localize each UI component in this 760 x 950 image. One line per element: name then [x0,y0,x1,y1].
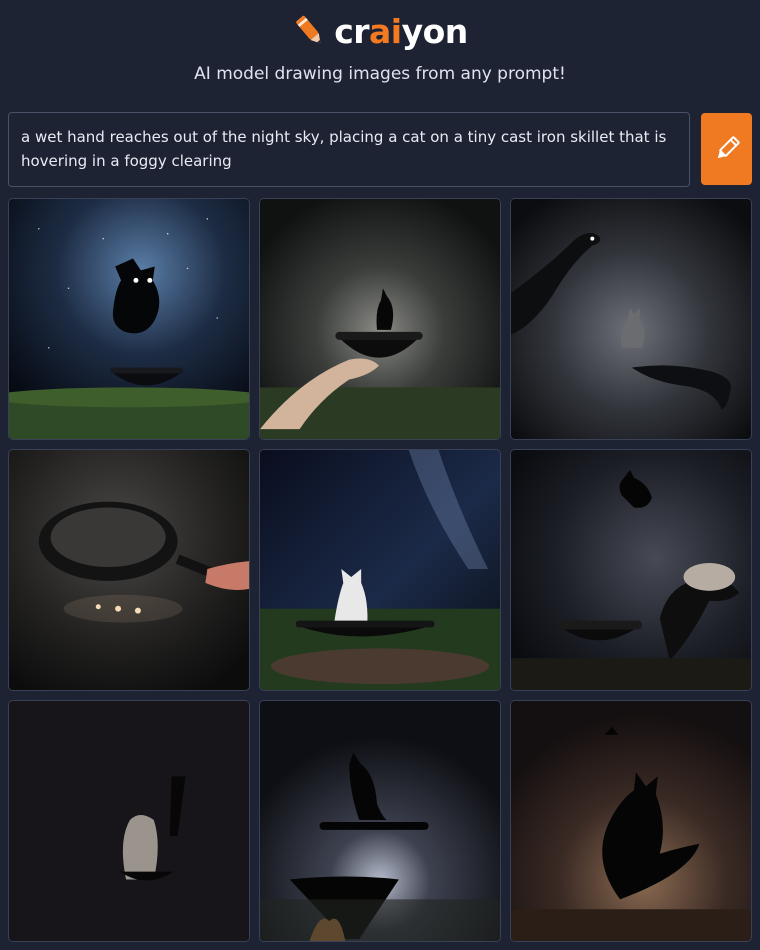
generated-image-2[interactable] [259,198,501,440]
generated-image-1[interactable] [8,198,250,440]
pencil-icon [717,136,740,159]
craiyon-logo[interactable]: craiyon [0,10,760,52]
generated-image-5[interactable] [259,449,501,691]
generated-image-3[interactable] [510,198,752,440]
generated-image-4[interactable] [8,449,250,691]
generated-image-9[interactable] [510,700,752,942]
logo-wordmark: craiyon [334,11,468,51]
image-gallery [8,198,752,942]
tagline: AI model drawing images from any prompt! [194,64,566,84]
prompt-input[interactable]: a wet hand reaches out of the night sky,… [8,112,690,187]
generated-image-6[interactable] [510,449,752,691]
generated-image-7[interactable] [8,700,250,942]
generated-image-8[interactable] [259,700,501,942]
draw-button[interactable] [701,113,752,185]
pencil-logo-icon [296,15,321,44]
